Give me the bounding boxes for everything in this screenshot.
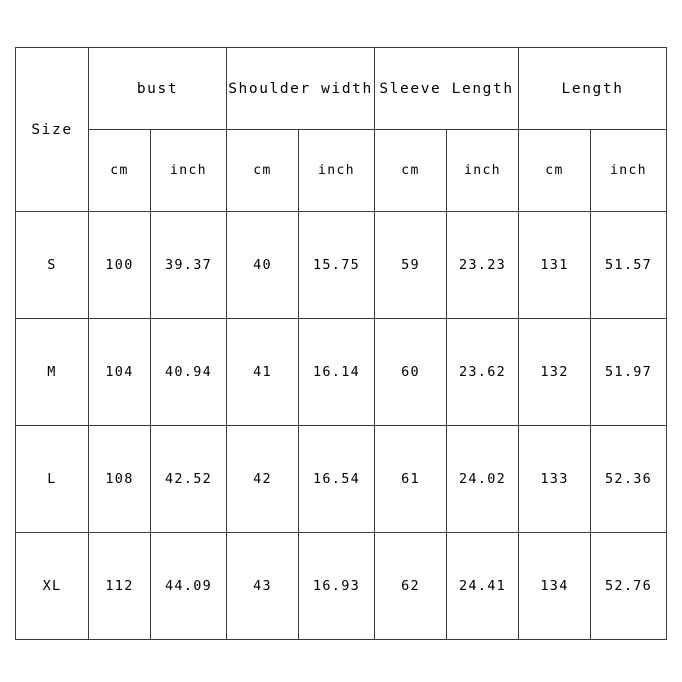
cell-bust-cm: 112: [88, 532, 151, 640]
table-row: XL 112 44.09 43 16.93 62 24.41 134 52.76: [15, 532, 668, 640]
cell-sleeve-cm: 59: [374, 211, 448, 319]
cell-length-cm: 131: [518, 211, 592, 319]
cell-length-inch: 52.36: [590, 425, 668, 533]
header-group-length: Length: [518, 47, 668, 130]
cell-length-inch: 51.57: [590, 211, 668, 319]
cell-bust-cm: 100: [88, 211, 151, 319]
header-unit-sleeve-cm: cm: [374, 129, 448, 212]
cell-shoulder-inch: 16.93: [298, 532, 376, 640]
cell-shoulder-inch: 15.75: [298, 211, 376, 319]
cell-bust-inch: 44.09: [149, 532, 228, 640]
table-row: L 108 42.52 42 16.54 61 24.02 133 52.36: [15, 425, 668, 533]
header-unit-length-inch: inch: [590, 129, 668, 212]
header-group-shoulder-width: Shoulder width: [226, 47, 376, 130]
cell-shoulder-inch: 16.54: [298, 425, 376, 533]
header-unit-shoulder-cm: cm: [226, 129, 300, 212]
header-unit-bust-cm: cm: [88, 129, 151, 212]
header-row-units: cm inch cm inch cm inch cm inch: [16, 129, 668, 212]
size-chart-table: Size bust Shoulder width Sleeve Length L…: [15, 47, 668, 640]
cell-sleeve-cm: 62: [374, 532, 448, 640]
header-row-groups: Size bust Shoulder width Sleeve Length L…: [15, 47, 668, 212]
cell-shoulder-inch: 16.14: [298, 318, 376, 426]
cell-bust-inch: 39.37: [149, 211, 228, 319]
cell-length-cm: 133: [518, 425, 592, 533]
cell-size: L: [15, 425, 89, 533]
header-unit-sleeve-inch: inch: [446, 129, 520, 212]
cell-sleeve-cm: 61: [374, 425, 448, 533]
cell-length-cm: 134: [518, 532, 592, 640]
header-size: Size: [15, 47, 89, 212]
cell-length-cm: 132: [518, 318, 592, 426]
cell-bust-inch: 42.52: [149, 425, 228, 533]
header-group-bust: bust: [87, 47, 228, 130]
cell-shoulder-cm: 42: [226, 425, 300, 533]
cell-sleeve-inch: 23.23: [446, 211, 520, 319]
cell-size: S: [15, 211, 89, 319]
header-group-sleeve-length: Sleeve Length: [374, 47, 520, 130]
header-unit-shoulder-inch: inch: [298, 129, 376, 212]
cell-shoulder-cm: 40: [226, 211, 300, 319]
cell-bust-cm: 104: [88, 318, 151, 426]
cell-shoulder-cm: 43: [226, 532, 300, 640]
cell-bust-inch: 40.94: [149, 318, 228, 426]
cell-length-inch: 51.97: [590, 318, 668, 426]
cell-size: XL: [15, 532, 89, 640]
table-row: S 100 39.37 40 15.75 59 23.23 131 51.57: [15, 211, 668, 319]
header-unit-length-cm: cm: [518, 129, 592, 212]
table-body: S 100 39.37 40 15.75 59 23.23 131 51.57 …: [15, 211, 668, 640]
table-header: Size bust Shoulder width Sleeve Length L…: [15, 47, 668, 212]
cell-bust-cm: 108: [88, 425, 151, 533]
size-chart-container: Size bust Shoulder width Sleeve Length L…: [15, 47, 668, 640]
cell-shoulder-cm: 41: [226, 318, 300, 426]
cell-sleeve-inch: 24.02: [446, 425, 520, 533]
cell-sleeve-inch: 23.62: [446, 318, 520, 426]
cell-length-inch: 52.76: [590, 532, 668, 640]
header-unit-bust-inch: inch: [149, 129, 228, 212]
table-row: M 104 40.94 41 16.14 60 23.62 132 51.97: [15, 318, 668, 426]
cell-sleeve-cm: 60: [374, 318, 448, 426]
cell-sleeve-inch: 24.41: [446, 532, 520, 640]
cell-size: M: [15, 318, 89, 426]
